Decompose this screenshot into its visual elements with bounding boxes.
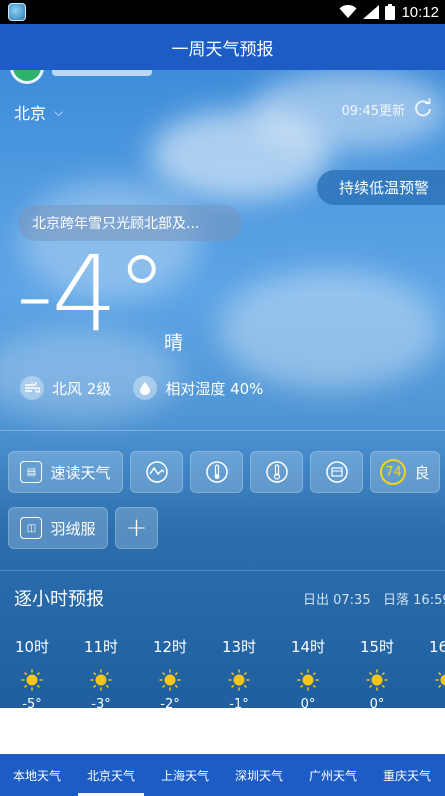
- update-time: 09:45更新: [341, 104, 405, 119]
- hourly-forecast-header: 逐小时预报 日出 07:35 日落 16:59: [0, 570, 445, 622]
- app-logo: [10, 70, 44, 84]
- calendar-button[interactable]: [310, 451, 363, 493]
- city-selector[interactable]: 北京 ⌵: [14, 100, 63, 124]
- add-button[interactable]: +: [115, 507, 158, 549]
- aqi-value: 74: [380, 459, 407, 485]
- tab-label: 重庆天气: [382, 768, 431, 783]
- tab-local-weather[interactable]: 本地天气: [0, 754, 74, 796]
- tab-shanghai-weather[interactable]: 上海天气: [148, 754, 222, 796]
- warning-badge[interactable]: 持续低温预警: [316, 170, 445, 205]
- wave-button[interactable]: [130, 451, 183, 493]
- tab-guangzhou-weather[interactable]: 广州天气: [296, 754, 370, 796]
- title-bar: 一周天气预报: [0, 24, 445, 70]
- hour-label: 14时: [290, 638, 326, 656]
- wind-humidity-row: 北风 2级 相对湿度 40%: [20, 376, 263, 400]
- tools-row-1: ▤ 速读天气 74 良: [8, 451, 440, 493]
- quick-read-label: 速读天气: [50, 463, 111, 482]
- hour-temp: -3°: [91, 697, 111, 708]
- tab-label: 深圳天气: [234, 768, 283, 783]
- hour-label: 13时: [221, 638, 257, 656]
- hourly-title: 逐小时预报: [14, 589, 104, 610]
- quick-read-button[interactable]: ▤ 速读天气: [8, 451, 123, 493]
- hour-item: 11时 -3°: [76, 636, 126, 708]
- clothing-label: 羽绒服: [50, 519, 96, 538]
- tools-row-2: ◫ 羽绒服 +: [8, 507, 158, 549]
- status-bar: 10:12: [0, 0, 445, 24]
- wind-icon: [20, 376, 44, 400]
- hour-temp: -5°: [22, 697, 42, 708]
- current-temperature: -4°: [16, 233, 168, 355]
- sunset-text: 日落 16:59: [383, 593, 445, 608]
- app-notification-icon: [8, 3, 26, 21]
- hour-label: 12时: [152, 638, 188, 656]
- wind-text: 北风 2级: [52, 379, 112, 398]
- hour-temp: -2°: [160, 697, 180, 708]
- sunrise-text: 日出 07:35: [303, 593, 371, 608]
- weather-panel[interactable]: 北京 ⌵ 09:45更新 持续低温预警 北京跨年雪只光顾北部及... -4° 晴…: [0, 70, 445, 708]
- tab-label: 本地天气: [12, 768, 61, 783]
- hour-temp: 0°: [300, 697, 316, 708]
- aqi-label: 良: [414, 463, 430, 482]
- sun-icon: [228, 669, 250, 691]
- sun-icon: [90, 669, 112, 691]
- humidity-icon: [133, 376, 158, 400]
- hour-item: 14时 0°: [283, 636, 333, 708]
- wave-icon: [145, 461, 168, 483]
- temperature-high-button[interactable]: [190, 451, 243, 493]
- sun-times: 日出 07:35 日落 16:59: [303, 589, 445, 608]
- hour-item: 10时 -5°: [7, 636, 57, 708]
- tab-label: 广州天气: [308, 768, 357, 783]
- sun-icon: [21, 669, 43, 691]
- divider: [0, 430, 445, 431]
- tab-beijing-weather[interactable]: 北京天气: [74, 754, 148, 796]
- hour-item: 15时 0°: [352, 636, 402, 708]
- warning-text: 持续低温预警: [338, 179, 429, 197]
- bottom-tab-bar: 本地天气 北京天气 上海天气 深圳天气 广州天气 重庆天气: [0, 754, 445, 796]
- hour-label: 11时: [83, 638, 119, 656]
- page-title: 一周天气预报: [171, 39, 274, 60]
- book-icon: ▤: [20, 461, 43, 483]
- hour-temp: -1°: [229, 697, 249, 708]
- humidity-text: 相对湿度 40%: [165, 379, 264, 398]
- tab-shenzhen-weather[interactable]: 深圳天气: [222, 754, 296, 796]
- clothing-button[interactable]: ◫ 羽绒服: [8, 507, 108, 549]
- battery-icon: [385, 4, 396, 20]
- current-condition: 晴: [164, 332, 184, 354]
- content-gap: [0, 708, 445, 754]
- sun-icon: [297, 669, 319, 691]
- thermometer-cold-icon: [265, 461, 288, 483]
- hour-label: 16时: [428, 638, 445, 656]
- hourly-forecast-list[interactable]: 10时 -5° 11时 -3° 12时 -2° 13时 -1° 14时 0° 1…: [0, 636, 445, 708]
- hour-item: 13时 -1°: [214, 636, 264, 708]
- sun-icon: [366, 669, 388, 691]
- thermometer-hot-icon: [205, 461, 228, 483]
- tab-chongqing-weather[interactable]: 重庆天气: [370, 754, 444, 796]
- city-name: 北京: [14, 104, 47, 123]
- temperature-low-button[interactable]: [250, 451, 303, 493]
- hour-temp: 0°: [369, 697, 385, 708]
- refresh-icon[interactable]: [413, 98, 433, 118]
- hour-item: 16时: [421, 636, 445, 697]
- tab-label: 上海天气: [160, 768, 209, 783]
- jacket-icon: ◫: [20, 517, 43, 539]
- news-headline-text: 北京跨年雪只光顾北部及...: [32, 216, 200, 232]
- sun-icon: [435, 669, 445, 691]
- hour-label: 15时: [359, 638, 395, 656]
- air-quality-button[interactable]: 74 良: [370, 451, 440, 493]
- app-logo-text: [52, 70, 152, 76]
- sun-icon: [159, 669, 181, 691]
- clock: 10:12: [401, 3, 439, 21]
- tab-label: 北京天气: [86, 768, 135, 783]
- wifi-icon: [339, 5, 357, 18]
- plus-icon: +: [125, 513, 148, 543]
- hour-label: 10时: [14, 638, 50, 656]
- chevron-down-icon: ⌵: [54, 104, 64, 119]
- hour-item: 12时 -2°: [145, 636, 195, 708]
- calendar-icon: [325, 461, 348, 483]
- signal-icon: [363, 5, 380, 19]
